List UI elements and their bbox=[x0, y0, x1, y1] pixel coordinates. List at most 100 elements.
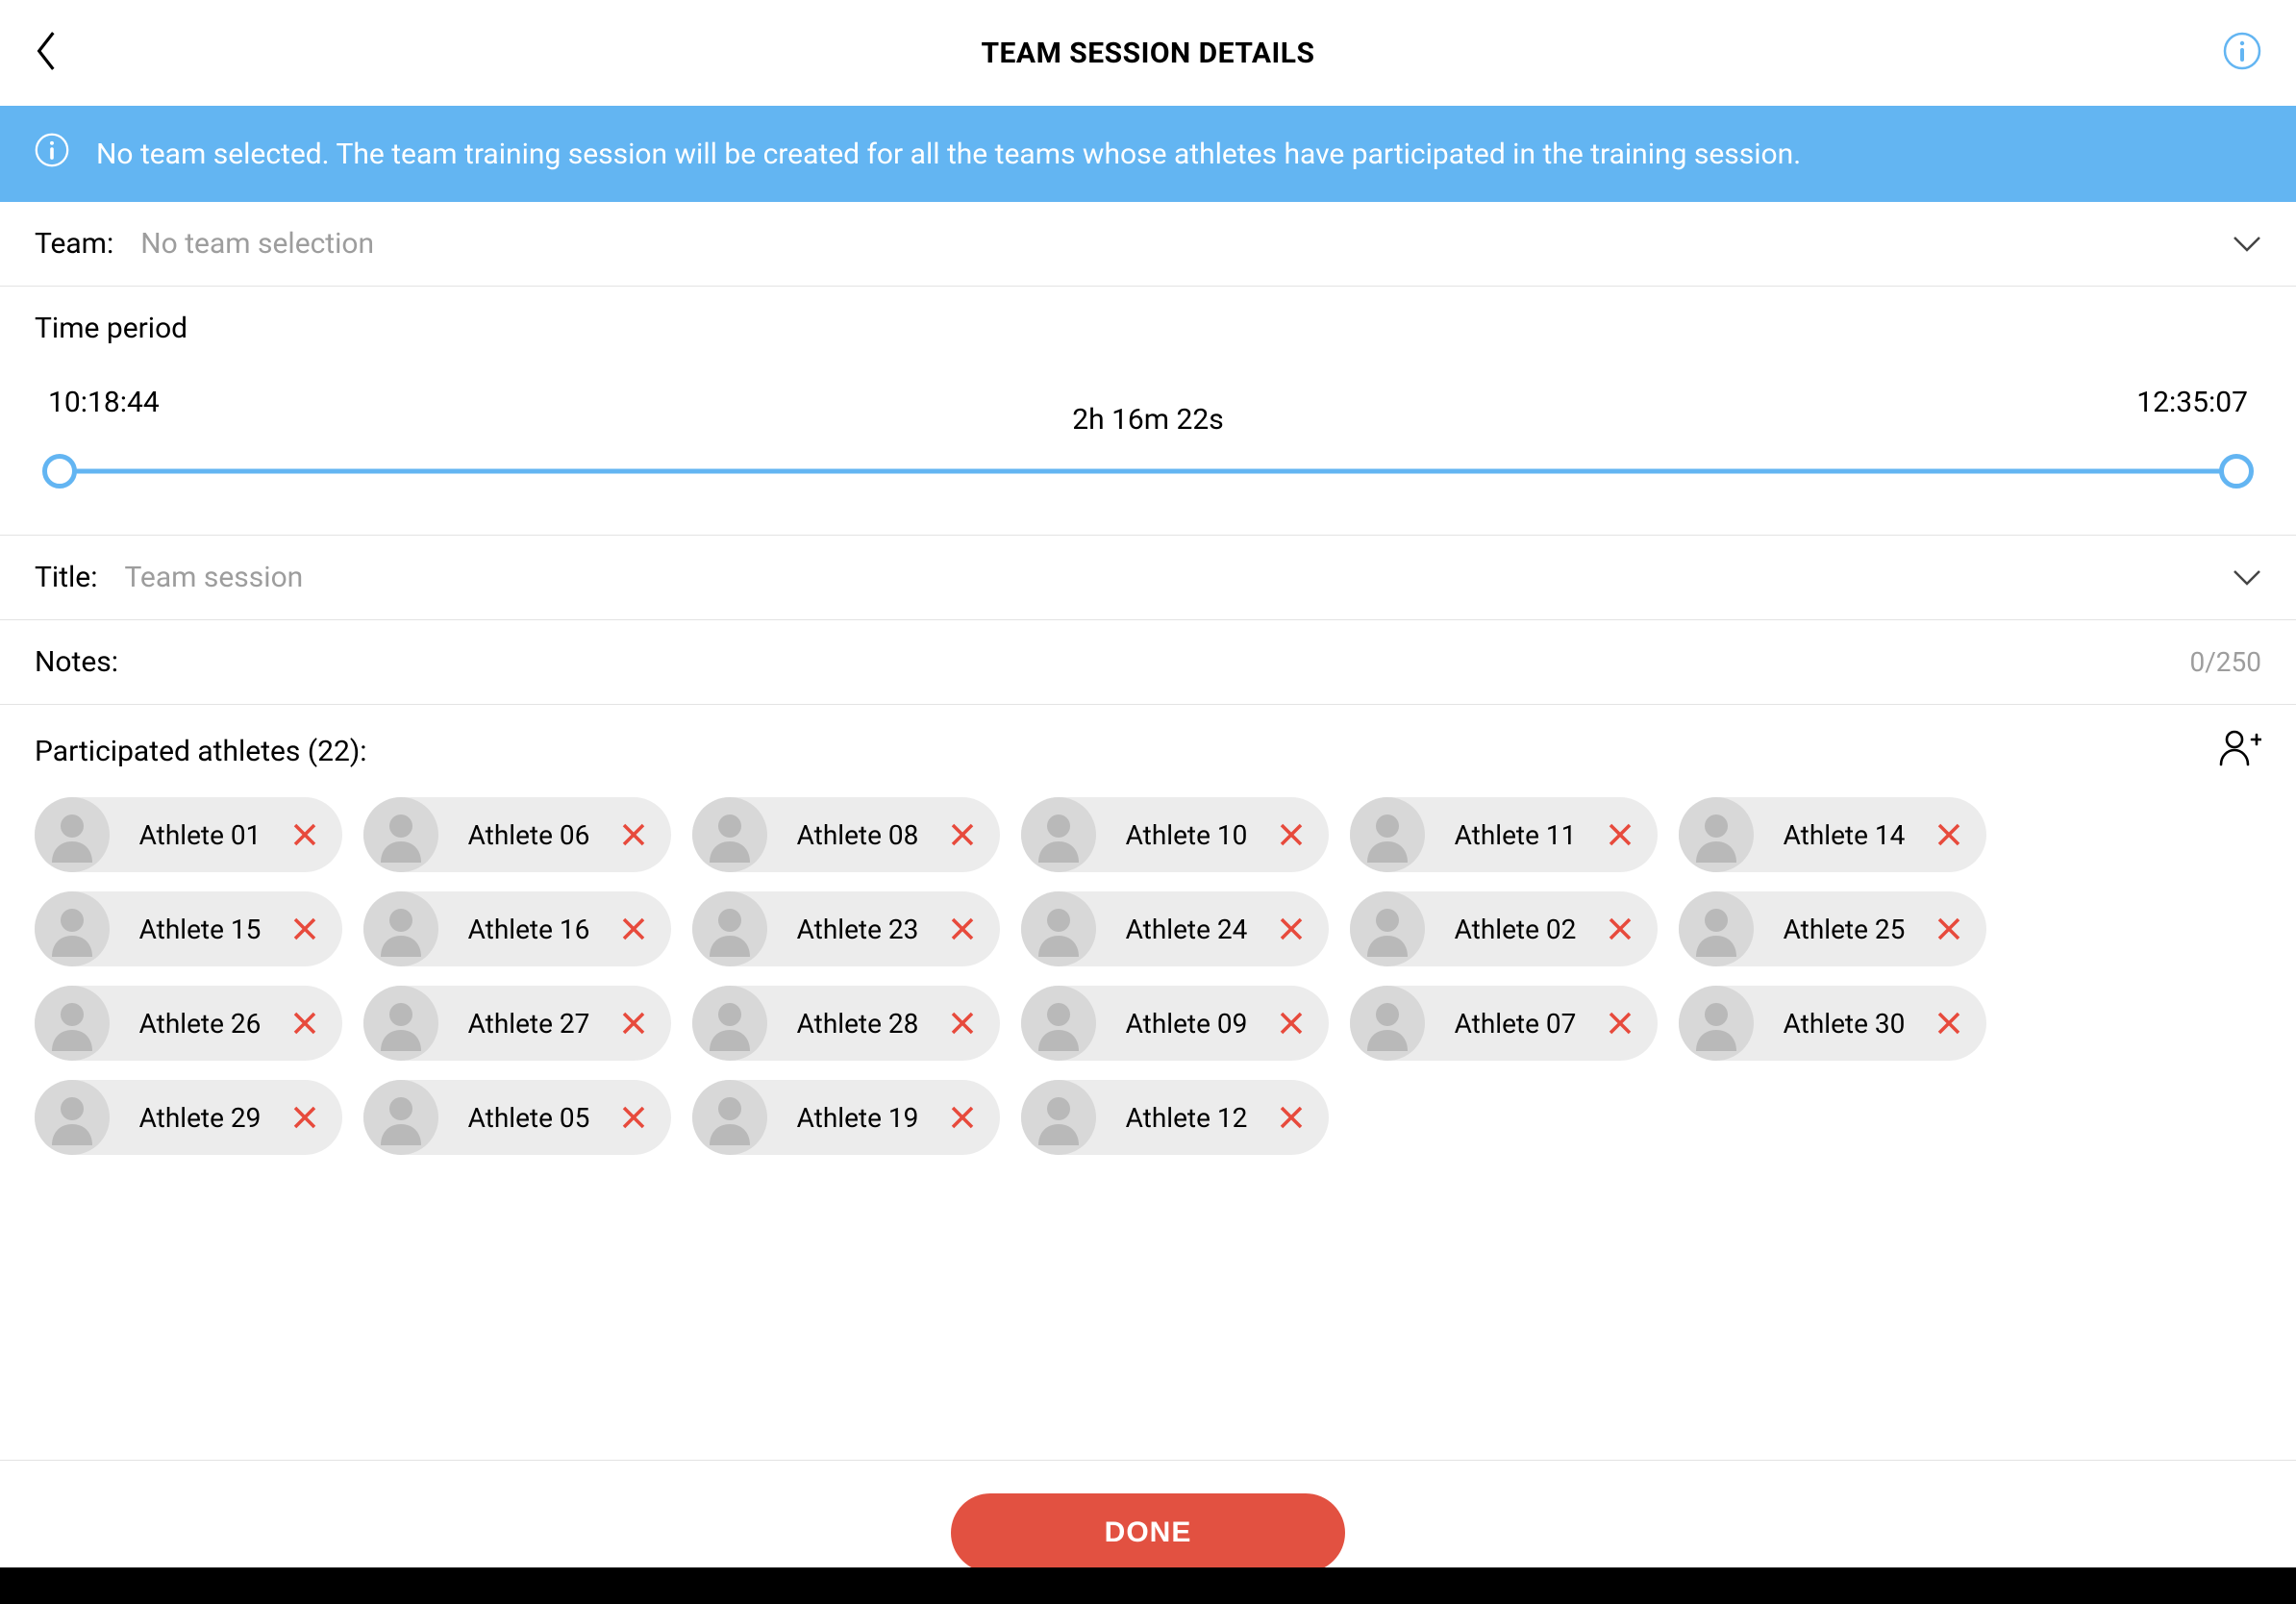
remove-athlete-icon[interactable] bbox=[290, 1103, 319, 1132]
chevron-down-icon bbox=[2233, 227, 2261, 261]
athlete-chip: Athlete 10 bbox=[1021, 797, 1329, 872]
athlete-name: Athlete 07 bbox=[1425, 1008, 1606, 1040]
avatar bbox=[692, 891, 767, 966]
info-icon bbox=[35, 133, 69, 175]
avatar bbox=[1679, 986, 1754, 1061]
athlete-chip: Athlete 14 bbox=[1679, 797, 1986, 872]
remove-athlete-icon[interactable] bbox=[290, 1009, 319, 1038]
remove-athlete-icon[interactable] bbox=[619, 1103, 648, 1132]
remove-athlete-icon[interactable] bbox=[1606, 1009, 1635, 1038]
add-athlete-icon[interactable] bbox=[2219, 728, 2261, 774]
avatar bbox=[363, 1080, 438, 1155]
banner-message: No team selected. The team training sess… bbox=[96, 138, 1801, 171]
header: TEAM SESSION DETAILS bbox=[0, 0, 2296, 106]
athlete-name: Athlete 02 bbox=[1425, 914, 1606, 945]
home-indicator bbox=[1004, 1586, 1292, 1594]
athlete-name: Athlete 25 bbox=[1754, 914, 1934, 945]
athlete-chip: Athlete 09 bbox=[1021, 986, 1329, 1061]
athlete-chip: Athlete 02 bbox=[1350, 891, 1658, 966]
athlete-name: Athlete 19 bbox=[767, 1102, 948, 1134]
athlete-name: Athlete 12 bbox=[1096, 1102, 1277, 1134]
remove-athlete-icon[interactable] bbox=[290, 820, 319, 849]
remove-athlete-icon[interactable] bbox=[1277, 915, 1306, 943]
team-selector-row[interactable]: Team: No team selection bbox=[0, 202, 2296, 287]
back-chevron-icon[interactable] bbox=[35, 31, 60, 75]
avatar bbox=[363, 891, 438, 966]
time-period-section: Time period 10:18:44 2h 16m 22s 12:35:07 bbox=[0, 287, 2296, 536]
remove-athlete-icon[interactable] bbox=[619, 1009, 648, 1038]
remove-athlete-icon[interactable] bbox=[290, 915, 319, 943]
athlete-chip: Athlete 24 bbox=[1021, 891, 1329, 966]
info-banner: No team selected. The team training sess… bbox=[0, 106, 2296, 202]
avatar bbox=[35, 986, 110, 1061]
athlete-chip: Athlete 05 bbox=[363, 1080, 671, 1155]
athlete-name: Athlete 27 bbox=[438, 1008, 619, 1040]
avatar bbox=[1350, 986, 1425, 1061]
athlete-chip: Athlete 06 bbox=[363, 797, 671, 872]
time-range-slider[interactable] bbox=[35, 452, 2261, 490]
slider-handle-end[interactable] bbox=[2219, 454, 2254, 489]
athlete-name: Athlete 05 bbox=[438, 1102, 619, 1134]
athletes-heading: Participated athletes (22): bbox=[35, 735, 367, 768]
avatar bbox=[1350, 891, 1425, 966]
notes-row[interactable]: Notes: 0/250 bbox=[0, 620, 2296, 705]
athlete-chip: Athlete 26 bbox=[35, 986, 342, 1061]
athlete-name: Athlete 15 bbox=[110, 914, 290, 945]
athlete-chip: Athlete 12 bbox=[1021, 1080, 1329, 1155]
remove-athlete-icon[interactable] bbox=[1277, 1103, 1306, 1132]
athlete-name: Athlete 30 bbox=[1754, 1008, 1934, 1040]
avatar bbox=[35, 891, 110, 966]
title-value: Team session bbox=[124, 561, 303, 594]
athlete-chip: Athlete 27 bbox=[363, 986, 671, 1061]
time-period-label: Time period bbox=[35, 312, 2261, 345]
avatar bbox=[1021, 891, 1096, 966]
info-icon[interactable] bbox=[2223, 32, 2261, 74]
remove-athlete-icon[interactable] bbox=[1606, 915, 1635, 943]
athlete-name: Athlete 28 bbox=[767, 1008, 948, 1040]
avatar bbox=[1350, 797, 1425, 872]
avatar bbox=[692, 1080, 767, 1155]
avatar bbox=[692, 986, 767, 1061]
athlete-name: Athlete 06 bbox=[438, 819, 619, 851]
remove-athlete-icon[interactable] bbox=[1277, 820, 1306, 849]
athlete-chip: Athlete 11 bbox=[1350, 797, 1658, 872]
remove-athlete-icon[interactable] bbox=[948, 1103, 977, 1132]
time-duration: 2h 16m 22s bbox=[160, 403, 2137, 437]
athletes-section: Participated athletes (22): Athlete 01 A… bbox=[0, 705, 2296, 1178]
athlete-name: Athlete 16 bbox=[438, 914, 619, 945]
title-row[interactable]: Title: Team session bbox=[0, 536, 2296, 620]
remove-athlete-icon[interactable] bbox=[948, 820, 977, 849]
athlete-name: Athlete 10 bbox=[1096, 819, 1277, 851]
remove-athlete-icon[interactable] bbox=[948, 1009, 977, 1038]
athlete-chip: Athlete 19 bbox=[692, 1080, 1000, 1155]
athlete-name: Athlete 23 bbox=[767, 914, 948, 945]
remove-athlete-icon[interactable] bbox=[1934, 1009, 1963, 1038]
athlete-chip: Athlete 30 bbox=[1679, 986, 1986, 1061]
notes-counter: 0/250 bbox=[2190, 646, 2262, 678]
athlete-chip: Athlete 29 bbox=[35, 1080, 342, 1155]
slider-handle-start[interactable] bbox=[42, 454, 77, 489]
remove-athlete-icon[interactable] bbox=[1934, 915, 1963, 943]
avatar bbox=[1021, 1080, 1096, 1155]
avatar bbox=[1021, 986, 1096, 1061]
remove-athlete-icon[interactable] bbox=[1934, 820, 1963, 849]
remove-athlete-icon[interactable] bbox=[619, 915, 648, 943]
athlete-name: Athlete 29 bbox=[110, 1102, 290, 1134]
athlete-chip: Athlete 08 bbox=[692, 797, 1000, 872]
remove-athlete-icon[interactable] bbox=[1277, 1009, 1306, 1038]
remove-athlete-icon[interactable] bbox=[619, 820, 648, 849]
remove-athlete-icon[interactable] bbox=[1606, 820, 1635, 849]
remove-athlete-icon[interactable] bbox=[948, 915, 977, 943]
athlete-name: Athlete 09 bbox=[1096, 1008, 1277, 1040]
athlete-name: Athlete 01 bbox=[110, 819, 290, 851]
athlete-name: Athlete 08 bbox=[767, 819, 948, 851]
athlete-chip: Athlete 01 bbox=[35, 797, 342, 872]
athlete-chip: Athlete 16 bbox=[363, 891, 671, 966]
notes-label: Notes: bbox=[35, 645, 118, 679]
avatar bbox=[363, 986, 438, 1061]
slider-track bbox=[48, 469, 2248, 474]
athlete-name: Athlete 11 bbox=[1425, 819, 1606, 851]
avatar bbox=[692, 797, 767, 872]
done-button[interactable]: DONE bbox=[951, 1493, 1346, 1572]
athlete-chip: Athlete 15 bbox=[35, 891, 342, 966]
